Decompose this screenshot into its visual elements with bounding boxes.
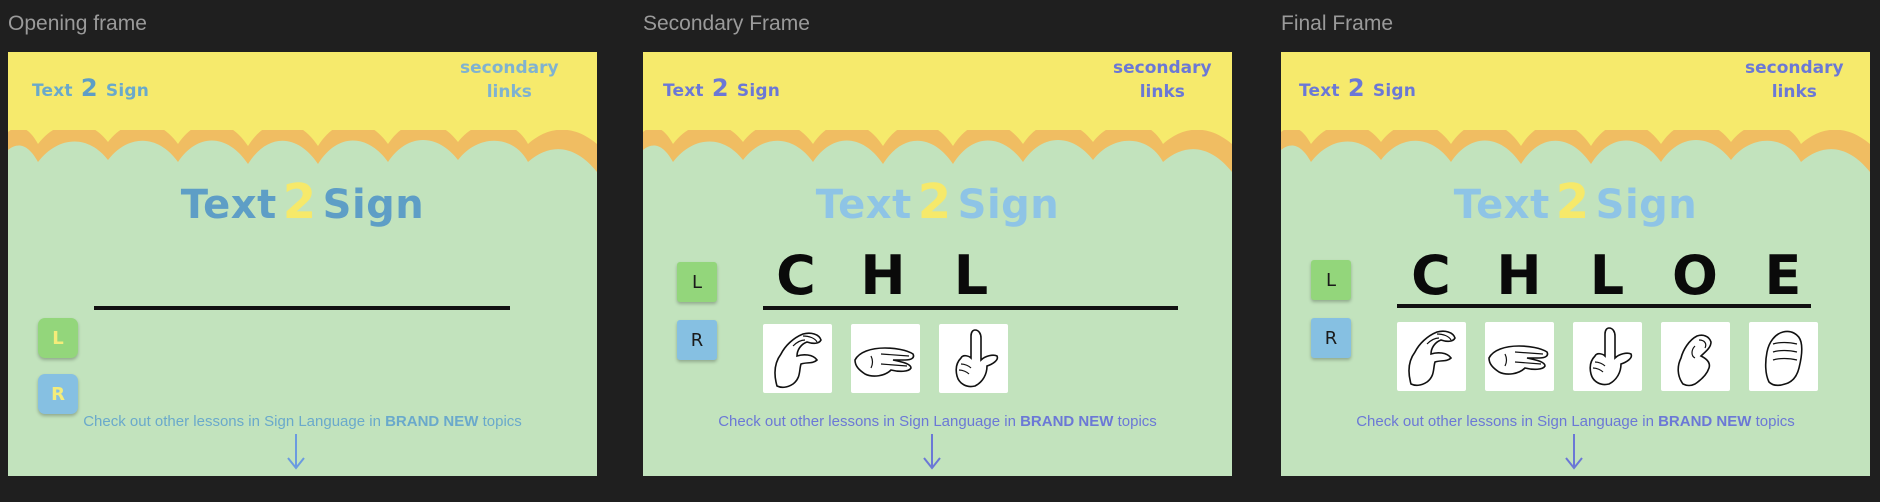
page-title: Text 2 Sign xyxy=(1453,174,1698,230)
hand-sign-card xyxy=(851,324,920,393)
brand-logo-link[interactable]: Text 2 Sign xyxy=(663,74,780,102)
cta-text[interactable]: Check out other lessons in Sign Language… xyxy=(8,413,597,430)
frame-label-final: Final Frame xyxy=(1281,12,1394,35)
cta-text[interactable]: Check out other lessons in Sign Language… xyxy=(643,413,1232,430)
brand-logo-link[interactable]: Text 2 Sign xyxy=(32,74,149,102)
hand-sign-card xyxy=(1749,322,1818,391)
hand-sign-card xyxy=(939,324,1008,393)
hand-sign-h-icon xyxy=(1488,345,1549,375)
hand-sign-card xyxy=(763,324,832,393)
letter-tile: H xyxy=(1496,244,1542,307)
hand-sign-h-icon xyxy=(854,347,915,377)
letter-baseline xyxy=(763,306,1178,310)
arrow-down-icon[interactable] xyxy=(922,432,942,472)
page-title: Text 2 Sign xyxy=(180,174,425,230)
opening-frame: Text 2 Sign secondary links Text 2 Sign L … xyxy=(8,52,597,476)
letter-tile: E xyxy=(1764,244,1802,307)
frame-label-secondary: Secondary Frame xyxy=(643,12,810,35)
letter-tile: L xyxy=(1589,244,1625,307)
letter-baseline xyxy=(1397,304,1811,308)
spelled-letters: C H L xyxy=(643,244,1232,314)
letter-tile: L xyxy=(953,244,989,307)
hand-sign-card xyxy=(1661,322,1730,391)
page-title: Text 2 Sign xyxy=(815,174,1060,230)
arrow-down-icon[interactable] xyxy=(1564,432,1584,472)
hand-sign-card xyxy=(1397,322,1466,391)
secondary-frame: Text 2 Sign secondary links Text 2 Sign L … xyxy=(643,52,1232,476)
hand-sign-o-icon xyxy=(1677,334,1712,387)
letter-tile: O xyxy=(1672,244,1718,307)
frame-label-opening: Opening frame xyxy=(8,12,147,35)
letter-tile: C xyxy=(776,244,816,307)
hand-sign-e-icon xyxy=(1764,330,1803,387)
brand-logo-link[interactable]: Text 2 Sign xyxy=(1299,74,1416,102)
left-hand-button[interactable]: L xyxy=(38,318,78,358)
hand-sign-c-icon xyxy=(774,332,822,389)
hand-sign-card xyxy=(1485,322,1554,391)
letter-tile: H xyxy=(860,244,906,307)
final-frame: Text 2 Sign secondary links Text 2 Sign L … xyxy=(1281,52,1870,476)
secondary-links[interactable]: secondary links xyxy=(1745,56,1844,104)
right-hand-button[interactable]: R xyxy=(38,374,78,414)
hand-sign-l-icon xyxy=(955,329,999,388)
hand-sign-c-icon xyxy=(1408,330,1456,387)
right-hand-button[interactable]: R xyxy=(1311,318,1351,358)
right-hand-button[interactable]: R xyxy=(677,320,717,360)
letter-tile: C xyxy=(1411,244,1451,307)
cta-text[interactable]: Check out other lessons in Sign Language… xyxy=(1281,413,1870,430)
secondary-links[interactable]: secondary links xyxy=(460,56,559,104)
arrow-down-icon[interactable] xyxy=(286,432,306,472)
hand-sign-card xyxy=(1573,322,1642,391)
secondary-links[interactable]: secondary links xyxy=(1113,56,1212,104)
letter-baseline xyxy=(94,306,510,310)
hand-sign-l-icon xyxy=(1589,327,1633,386)
